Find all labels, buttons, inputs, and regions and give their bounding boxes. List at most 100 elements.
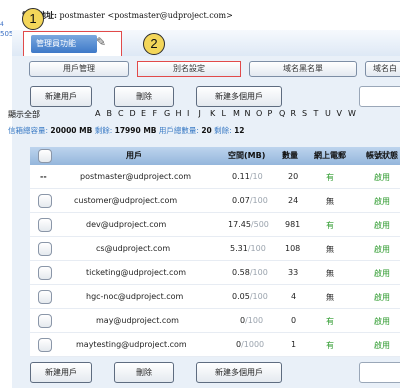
row-quota: /100	[245, 316, 264, 325]
row-status[interactable]: 啟用	[374, 268, 390, 279]
subtab-domain-whitelist[interactable]: 域名白	[365, 61, 400, 77]
table-row[interactable]: maytesting@udproject.com 0/1000 1 有 啟用	[30, 333, 400, 357]
search-input[interactable]	[359, 86, 400, 107]
row-user[interactable]: dev@udproject.com	[86, 220, 166, 229]
table-row[interactable]: dev@udproject.com 17.45/500 981 有 啟用	[30, 213, 400, 237]
table-row[interactable]: customer@udproject.com 0.07/100 24 無 啟用	[30, 189, 400, 213]
letter-link[interactable]: O	[256, 109, 268, 118]
subtab-user-management[interactable]: 用戶管理	[29, 61, 129, 77]
row-checkbox[interactable]	[38, 266, 52, 280]
left-code: 505	[0, 30, 14, 38]
new-user-button[interactable]: 新建用戶	[30, 86, 92, 107]
letter-link[interactable]: A	[95, 109, 107, 118]
row-status[interactable]: 啟用	[374, 172, 390, 183]
mail-address: 電郵地址: postmaster <postmaster@udproject.c…	[22, 10, 233, 21]
letter-link[interactable]: W	[348, 109, 360, 118]
letter-link[interactable]: P	[268, 109, 280, 118]
letter-link[interactable]: D	[130, 109, 142, 118]
letter-link[interactable]: T	[314, 109, 326, 118]
letter-link[interactable]: V	[337, 109, 349, 118]
total-users-value: 20	[201, 126, 212, 135]
mail-value: postmaster <postmaster@udproject.com>	[59, 11, 233, 20]
col-header-space[interactable]: 空間(MB)	[228, 150, 265, 161]
row-used-value: 0.05	[232, 292, 250, 301]
col-header-user[interactable]: 用戶	[126, 150, 142, 161]
row-used: 5.31/100	[230, 244, 266, 253]
subtab-alias-settings[interactable]: 別名設定	[137, 61, 241, 77]
admin-tools-icon: ✎	[96, 35, 107, 49]
col-header-status[interactable]: 帳號狀態	[366, 150, 398, 161]
row-user[interactable]: maytesting@udproject.com	[76, 340, 187, 349]
row-count: 108	[285, 244, 301, 253]
row-webmail: 有	[326, 173, 334, 182]
new-multiple-users-button-bottom[interactable]: 新建多個用戶	[196, 362, 282, 383]
letter-link[interactable]: U	[325, 109, 337, 118]
table-row[interactable]: -- postmaster@udproject.com 0.11/10 20 有…	[30, 165, 400, 189]
row-user[interactable]: ticketing@udproject.com	[86, 268, 186, 277]
row-user[interactable]: customer@udproject.com	[74, 196, 177, 205]
row-status[interactable]: 啟用	[374, 292, 390, 303]
letter-link[interactable]: L	[222, 109, 234, 118]
select-all-checkbox[interactable]	[38, 149, 52, 163]
letter-link[interactable]: F	[153, 109, 165, 118]
remaining-users-label: 剩餘:	[214, 126, 232, 135]
show-all-link[interactable]: 顯示全部	[8, 109, 40, 120]
row-checkbox[interactable]	[38, 218, 52, 232]
col-header-webmail[interactable]: 網上電郵	[314, 150, 346, 161]
row-checkbox[interactable]	[38, 194, 52, 208]
letter-link[interactable]: R	[291, 109, 303, 118]
action-row-top: 新建用戶 刪除 新建多個用戶	[30, 86, 400, 110]
new-user-button-bottom[interactable]: 新建用戶	[30, 362, 92, 383]
row-used: 0/100	[240, 316, 263, 325]
row-used: 0.05/100	[232, 292, 268, 301]
row-user[interactable]: hgc-noc@udproject.com	[86, 292, 183, 301]
row-count: 4	[291, 292, 297, 301]
row-checkbox[interactable]	[38, 338, 52, 352]
total-users-label: 用戶總數量:	[158, 126, 199, 135]
row-status[interactable]: 啟用	[374, 220, 390, 231]
letter-link[interactable]: H	[176, 109, 188, 118]
action-row-bottom: 新建用戶 刪除 新建多個用戶	[30, 362, 400, 386]
letter-link[interactable]: N	[245, 109, 257, 118]
search-input-bottom[interactable]	[359, 362, 400, 383]
table-row[interactable]: may@udproject.com 0/100 0 有 啟用	[30, 309, 400, 333]
tab-admin-functions[interactable]: 管理員功能 ✎	[23, 31, 122, 57]
delete-button-bottom[interactable]: 刪除	[114, 362, 174, 383]
letter-link[interactable]: K	[210, 109, 222, 118]
row-quota: /10	[249, 172, 263, 181]
letter-link[interactable]: G	[164, 109, 176, 118]
new-multiple-users-button[interactable]: 新建多個用戶	[196, 86, 282, 107]
letter-link[interactable]: M	[233, 109, 245, 118]
row-checkbox[interactable]	[38, 290, 52, 304]
letter-link[interactable]: J	[199, 109, 211, 118]
col-header-count[interactable]: 數量	[282, 150, 298, 161]
row-status[interactable]: 啟用	[374, 340, 390, 351]
row-user[interactable]: postmaster@udproject.com	[80, 172, 191, 181]
tab-admin-label: 管理員功能	[31, 35, 97, 53]
letter-link[interactable]: E	[141, 109, 153, 118]
delete-button[interactable]: 刪除	[114, 86, 174, 107]
total-capacity-label: 信箱總容量:	[8, 126, 49, 135]
table-row[interactable]: hgc-noc@udproject.com 0.05/100 4 無 啟用	[30, 285, 400, 309]
subtab-domain-blacklist[interactable]: 域名黑名單	[249, 61, 357, 77]
row-user[interactable]: may@udproject.com	[96, 316, 179, 325]
letter-link[interactable]: Q	[279, 109, 291, 118]
letter-link[interactable]: S	[302, 109, 314, 118]
row-checkbox[interactable]	[38, 242, 52, 256]
row-webmail: 無	[326, 293, 334, 302]
letter-links: ABCDEFGHIJKLMNOPQRSTUVW	[95, 109, 360, 118]
row-quota: /1000	[241, 340, 265, 349]
row-checkbox[interactable]	[38, 314, 52, 328]
row-count: 981	[285, 220, 301, 229]
row-status[interactable]: 啟用	[374, 196, 390, 207]
row-status[interactable]: 啟用	[374, 316, 390, 327]
left-code-top: 4	[0, 21, 4, 28]
row-user[interactable]: cs@udproject.com	[96, 244, 170, 253]
row-status[interactable]: 啟用	[374, 244, 390, 255]
callout-badge-1: 1	[22, 8, 44, 30]
letter-link[interactable]: I	[187, 109, 199, 118]
table-row[interactable]: cs@udproject.com 5.31/100 108 無 啟用	[30, 237, 400, 261]
table-row[interactable]: ticketing@udproject.com 0.58/100 33 無 啟用	[30, 261, 400, 285]
letter-link[interactable]: C	[118, 109, 130, 118]
letter-link[interactable]: B	[107, 109, 119, 118]
